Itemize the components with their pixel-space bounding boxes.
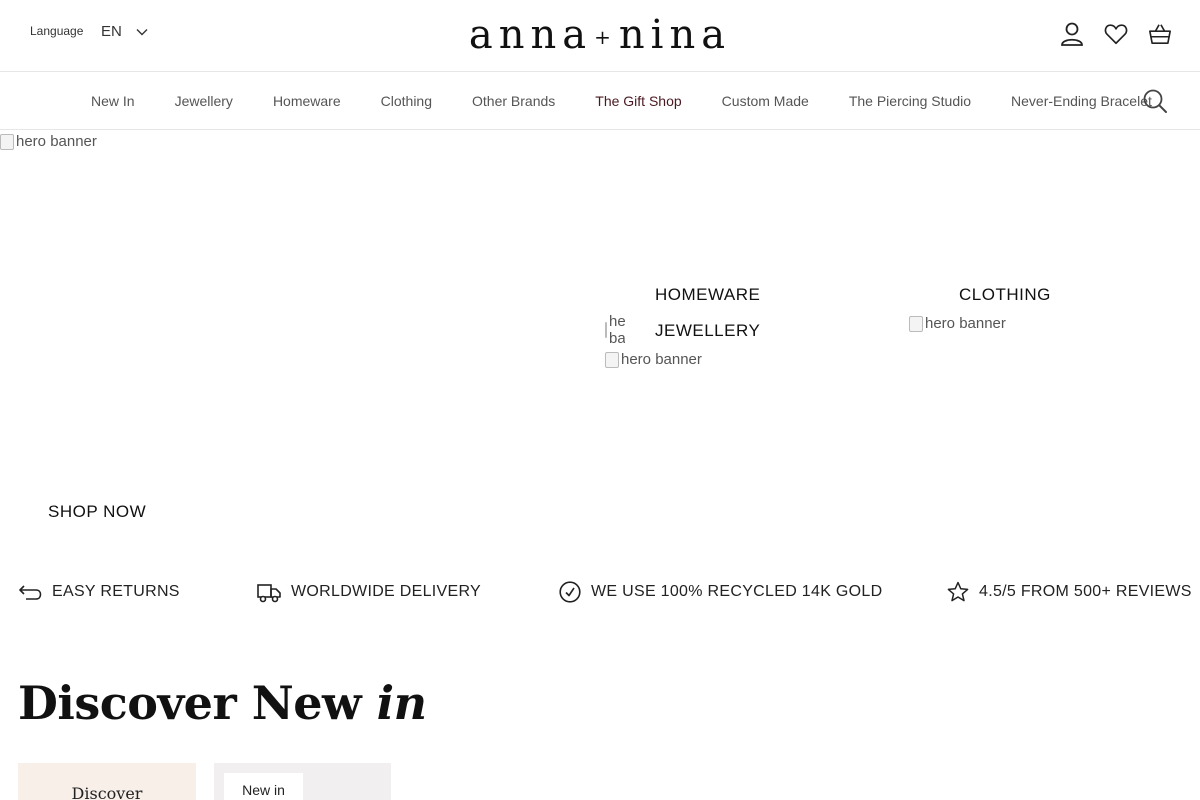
discover-title-italic: in bbox=[376, 676, 427, 730]
brand-logo[interactable]: anna + nina bbox=[455, 10, 745, 60]
usp-text: WORLDWIDE DELIVERY bbox=[291, 583, 482, 600]
nav-item-new-in[interactable]: New In bbox=[91, 93, 135, 109]
broken-image-icon bbox=[909, 315, 923, 332]
nav-item-homeware[interactable]: Homeware bbox=[273, 93, 341, 109]
main-navigation: New In Jewellery Homeware Clothing Other… bbox=[0, 72, 1200, 130]
language-value: EN bbox=[101, 23, 122, 40]
hero-section: hero banner HOMEWARE hero banner CLOTHIN… bbox=[0, 131, 1200, 551]
nav-item-clothing[interactable]: Clothing bbox=[381, 93, 432, 109]
usp-worldwide-delivery: WORLDWIDE DELIVERY bbox=[257, 578, 481, 606]
basket-icon[interactable] bbox=[1148, 20, 1172, 48]
usp-text: WE USE 100% RECYCLED 14K GOLD bbox=[591, 583, 883, 600]
jewellery-image-alt: hero banner bbox=[621, 351, 702, 368]
homeware-image-alt: hero banner bbox=[609, 313, 625, 347]
check-circle-icon bbox=[559, 581, 581, 603]
new-in-card[interactable]: New in bbox=[214, 763, 391, 800]
broken-image-icon bbox=[0, 133, 14, 150]
clothing-image-alt: hero banner bbox=[925, 315, 1006, 332]
homeware-image[interactable]: hero banner bbox=[605, 313, 625, 347]
discover-title-main: Discover New bbox=[18, 676, 377, 730]
jewellery-image[interactable]: hero banner bbox=[605, 351, 702, 368]
logo-text-right: nina bbox=[618, 12, 732, 58]
nav-items: New In Jewellery Homeware Clothing Other… bbox=[91, 72, 1152, 130]
heart-icon[interactable] bbox=[1104, 20, 1128, 48]
nav-item-never-ending-bracelet[interactable]: Never-Ending Bracelet bbox=[1011, 93, 1152, 109]
usp-text: 4.5/5 FROM 500+ REVIEWS bbox=[979, 583, 1192, 600]
discover-card[interactable]: Discover bbox=[18, 763, 196, 800]
nav-item-gift-shop[interactable]: The Gift Shop bbox=[595, 93, 681, 109]
broken-image-icon bbox=[605, 351, 619, 368]
hero-banner-alt: hero banner bbox=[16, 133, 97, 150]
discover-title: Discover New in bbox=[18, 676, 427, 730]
clothing-link[interactable]: CLOTHING bbox=[959, 285, 1051, 305]
delivery-truck-icon bbox=[257, 584, 281, 603]
return-arrow-icon bbox=[19, 585, 42, 600]
search-icon[interactable] bbox=[1142, 88, 1168, 114]
logo-plus: + bbox=[594, 25, 617, 49]
nav-item-jewellery[interactable]: Jewellery bbox=[175, 93, 233, 109]
shop-now-button[interactable]: SHOP NOW bbox=[48, 502, 146, 522]
usp-easy-returns: EASY RETURNS bbox=[18, 578, 180, 606]
clothing-image[interactable]: hero banner bbox=[909, 315, 1006, 332]
usp-text: EASY RETURNS bbox=[52, 583, 180, 600]
language-label: Language bbox=[30, 24, 84, 38]
star-icon bbox=[947, 581, 969, 602]
usp-reviews: 4.5/5 FROM 500+ REVIEWS bbox=[947, 578, 1192, 606]
broken-image-icon bbox=[605, 322, 607, 338]
top-header: Language EN anna + nina bbox=[0, 0, 1200, 72]
nav-item-custom-made[interactable]: Custom Made bbox=[722, 93, 809, 109]
homeware-link[interactable]: HOMEWARE bbox=[655, 285, 760, 305]
jewellery-link[interactable]: JEWELLERY bbox=[655, 321, 760, 341]
nav-item-piercing-studio[interactable]: The Piercing Studio bbox=[849, 93, 971, 109]
account-icon[interactable] bbox=[1060, 20, 1084, 48]
discover-card-label: Discover bbox=[71, 784, 143, 800]
hero-banner-image[interactable]: hero banner bbox=[0, 133, 97, 150]
usp-recycled-gold: WE USE 100% RECYCLED 14K GOLD bbox=[559, 578, 882, 606]
new-in-tag: New in bbox=[224, 773, 303, 800]
language-selector[interactable]: EN bbox=[101, 23, 148, 40]
logo-text-left: anna bbox=[468, 12, 593, 58]
nav-item-other-brands[interactable]: Other Brands bbox=[472, 93, 555, 109]
header-icons bbox=[1060, 20, 1172, 48]
chevron-down-icon bbox=[136, 28, 148, 35]
